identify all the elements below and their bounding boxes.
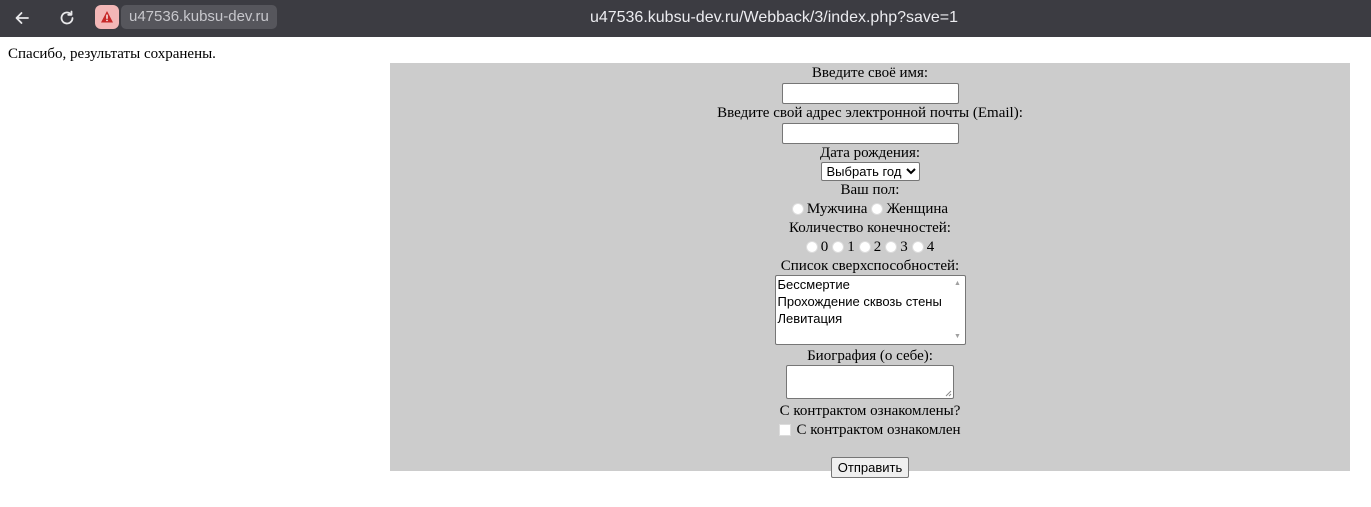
abilities-multiselect[interactable]: Бессмертие Прохождение сквозь стены Леви… <box>774 275 966 345</box>
limbs-radio-0[interactable] <box>805 241 818 253</box>
success-message: Спасибо, результаты сохранены. <box>8 46 216 62</box>
submit-button[interactable]: Отправить <box>830 457 910 478</box>
abilities-label: Список сверхспособностей: <box>780 258 960 274</box>
limbs-options: 0 1 2 3 4 <box>390 237 1350 257</box>
gender-label: Ваш пол: <box>840 182 900 198</box>
listbox-scrollbar[interactable]: ▲ ▼ <box>954 280 962 340</box>
contract-option[interactable]: С контрактом ознакомлен <box>390 420 1350 440</box>
gender-options: Мужчина Женщина <box>390 199 1350 219</box>
birth-row: Выбрать год <box>390 162 1350 181</box>
limbs-option-2[interactable]: 2 <box>858 238 882 256</box>
name-input[interactable] <box>781 83 959 104</box>
limbs-option-label: 0 <box>820 239 829 255</box>
bio-label: Биография (о себе): <box>807 348 933 364</box>
browser-toolbar: u47536.kubsu-dev.ru u47536.kubsu-dev.ru/… <box>0 0 1371 37</box>
limbs-option-1[interactable]: 1 <box>832 238 855 256</box>
limbs-option-label: 4 <box>926 239 935 255</box>
page-content: Спасибо, результаты сохранены. Введите с… <box>0 37 1371 507</box>
gender-option-label: Женщина <box>886 201 949 217</box>
limbs-option-label: 2 <box>873 239 882 255</box>
gender-radio-male[interactable] <box>791 203 804 215</box>
limbs-option-4[interactable]: 4 <box>911 238 935 256</box>
limbs-option-3[interactable]: 3 <box>885 238 908 256</box>
limbs-radio-4[interactable] <box>911 241 924 253</box>
ability-option[interactable]: Левитация <box>776 310 965 327</box>
limbs-radio-3[interactable] <box>885 241 898 253</box>
ability-option[interactable]: Бессмертие <box>776 276 965 293</box>
name-row <box>390 82 1350 104</box>
limbs-radio-1[interactable] <box>832 241 845 253</box>
contract-checkbox-label: С контрактом ознакомлен <box>796 422 961 438</box>
bio-textarea[interactable] <box>786 365 954 399</box>
bio-row <box>390 365 1350 401</box>
limbs-option-label: 3 <box>900 239 908 255</box>
email-label: Введите свой адрес электронной почты (Em… <box>717 105 1023 121</box>
resize-handle-icon[interactable] <box>944 389 952 397</box>
profile-form: Введите своё имя: Введите свой адрес эле… <box>390 63 1350 478</box>
birth-year-select[interactable]: Выбрать год <box>820 162 920 181</box>
contract-label: С контрактом ознакомлены? <box>779 403 961 419</box>
address-bar[interactable]: u47536.kubsu-dev.ru/Webback/3/index.php?… <box>0 6 1371 30</box>
name-label: Введите своё имя: <box>811 65 929 81</box>
abilities-row: Бессмертие Прохождение сквозь стены Леви… <box>390 275 1350 346</box>
scroll-up-icon[interactable]: ▲ <box>954 280 961 287</box>
limbs-label: Количество конечностей: <box>789 220 951 236</box>
limbs-radio-2[interactable] <box>858 241 871 253</box>
email-row <box>390 122 1350 144</box>
limbs-option-label: 1 <box>847 239 855 255</box>
birth-label: Дата рождения: <box>819 145 921 161</box>
email-input[interactable] <box>781 123 959 144</box>
ability-option[interactable]: Прохождение сквозь стены <box>776 293 965 310</box>
gender-option-label: Мужчина <box>806 201 868 217</box>
submit-row: Отправить <box>390 457 1350 478</box>
scroll-down-icon[interactable]: ▼ <box>954 333 961 340</box>
gender-option-female[interactable]: Женщина <box>871 200 948 218</box>
gender-option-male[interactable]: Мужчина <box>791 200 868 218</box>
gender-radio-female[interactable] <box>871 203 884 215</box>
contract-checkbox[interactable] <box>779 424 792 436</box>
limbs-option-0[interactable]: 0 <box>805 238 829 256</box>
